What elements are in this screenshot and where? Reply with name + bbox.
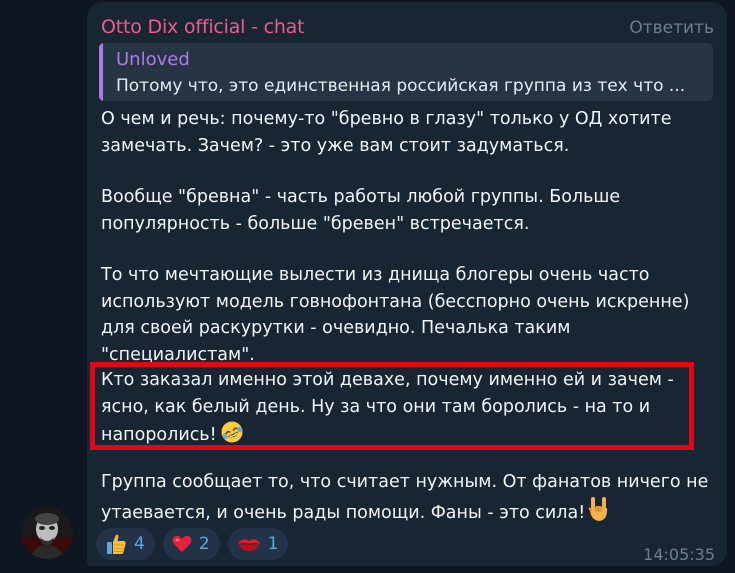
kiss-lips-icon: [236, 533, 262, 555]
message-paragraph: То что мечтающие вылести из днища блогер…: [101, 265, 690, 365]
reply-button[interactable]: Ответить: [629, 18, 714, 38]
red-heart-icon: [171, 533, 193, 555]
message-paragraph: Группа сообщает то, что считает нужным. …: [101, 469, 721, 530]
rofl-emoji-icon: [220, 420, 244, 453]
message-paragraph-highlighted: Кто заказал именно этой девахе, почему и…: [101, 367, 721, 453]
quote-author: Unloved: [116, 49, 190, 70]
reaction-count: 2: [198, 534, 210, 554]
reactions-bar: 4 2 1: [96, 528, 289, 560]
sender-avatar[interactable]: [21, 507, 73, 559]
reaction-heart[interactable]: 2: [162, 528, 220, 560]
sender-name[interactable]: Otto Dix official - chat: [101, 16, 305, 38]
paragraph-text: Группа сообщает то, что считает нужным. …: [101, 472, 709, 523]
message-bubble[interactable]: Otto Dix official - chat Ответить Unlove…: [87, 2, 727, 566]
reaction-thumbs-up[interactable]: 4: [96, 528, 155, 560]
rock-hand-emoji-icon: [588, 496, 610, 531]
message-paragraph: Вообще "бревна" - часть работы любой гру…: [101, 187, 621, 234]
reaction-count: 4: [134, 534, 145, 554]
reaction-count: 1: [267, 534, 279, 554]
message-timestamp: 14:05:35: [643, 545, 715, 564]
quote-text: Потому что, это единственная российская …: [116, 76, 686, 96]
reaction-kiss[interactable]: 1: [227, 528, 289, 560]
reply-quote[interactable]: Unloved Потому что, это единственная рос…: [99, 43, 713, 101]
message-paragraph: О чем и речь: почему-то "бревно в глазу"…: [101, 109, 672, 156]
quote-accent-bar: [99, 43, 103, 101]
thumbs-up-icon: [104, 532, 128, 556]
paragraph-text: Кто заказал именно этой девахе, почему и…: [101, 370, 674, 445]
